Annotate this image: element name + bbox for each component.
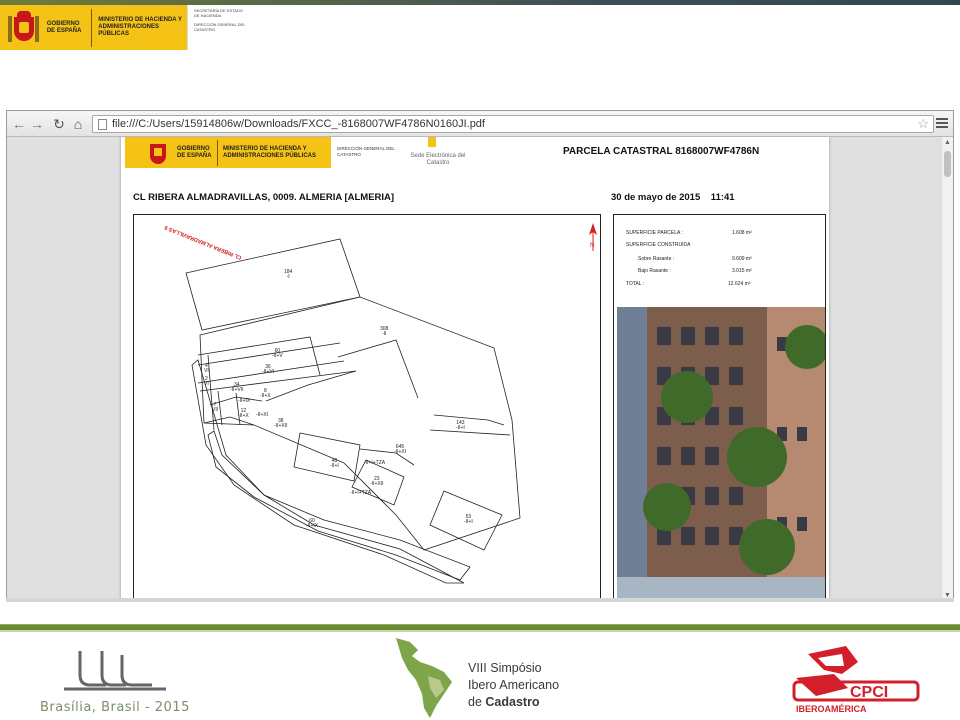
simposio-line1: VIII Simpósio bbox=[468, 661, 542, 675]
sobre-rasante-value: 9.609 m² bbox=[732, 256, 752, 262]
home-icon[interactable]: ⌂ bbox=[70, 116, 86, 132]
map-label: 184 -I bbox=[284, 269, 293, 280]
gov-logo-line3: SECRETARÍA DE ESTADO DE HACIENDA bbox=[194, 8, 243, 18]
total-value: 12.624 m² bbox=[728, 281, 751, 287]
map-label: 12 -II+X bbox=[238, 408, 249, 419]
gov-logo-secondary: SECRETARÍA DE ESTADO DE HACIENDA DIRECCI… bbox=[187, 5, 246, 50]
latin-america-map-icon bbox=[396, 638, 452, 718]
map-label: 48 -II+I bbox=[330, 458, 339, 469]
superficie-parcela-value: 1.608 m² bbox=[732, 230, 752, 236]
map-label: 60 -II+IX bbox=[306, 518, 319, 529]
pdf-page: GOBIERNO DE ESPAÑA MINISTERIO DE HACIEND… bbox=[121, 137, 829, 601]
map-label: 53 -II+I bbox=[464, 514, 473, 525]
pdf-address: CL RIBERA ALMADRAVILLAS, 0009. ALMERIA [… bbox=[133, 192, 395, 203]
pdf-logo-line2: MINISTERIO DE HACIENDA Y ADMINISTRACIONE… bbox=[223, 145, 317, 159]
spain-crest-icon bbox=[8, 10, 39, 45]
gov-logo-yellow: GOBIERNO DE ESPAÑA MINISTERIO DE HACIEND… bbox=[0, 5, 187, 50]
reload-icon[interactable]: ↻ bbox=[51, 116, 67, 132]
pdf-gov-logo: GOBIERNO DE ESPAÑA MINISTERIO DE HACIEND… bbox=[125, 137, 331, 168]
scroll-up-icon[interactable]: ▲ bbox=[944, 139, 951, 146]
parcel-plan-drawing bbox=[185, 238, 521, 584]
menu-icon[interactable] bbox=[936, 116, 948, 130]
map-label: 23 -II+XII bbox=[370, 476, 384, 487]
map-label: 38 -II+XII bbox=[274, 418, 288, 429]
map-label: 34 -II+VII bbox=[230, 382, 244, 393]
parcel-info-box: SUPERFICIE PARCELA : 1.608 m² SUPERFICIE… bbox=[613, 214, 826, 601]
gov-logo-line1: GOBIERNO DE ESPAÑA bbox=[46, 20, 82, 34]
footer-band bbox=[0, 624, 960, 632]
pdf-title: PARCELA CATASTRAL 8168007WF4786N bbox=[563, 146, 760, 157]
map-label: 4 VI bbox=[204, 363, 209, 374]
pdf-sede-electronica: Sede Electrónica del Catastro bbox=[410, 153, 466, 166]
gov-logo-line2: MINISTERIO DE HACIENDA Y ADMINISTRACIONE… bbox=[98, 17, 182, 37]
cadastral-map: CL RIBERA ALMADRAVILLAS 9 N 184 -I 308 -… bbox=[133, 214, 601, 601]
map-label: 8 -II+X bbox=[260, 388, 271, 399]
map-label: 2 VI bbox=[204, 376, 209, 387]
parcel-184 bbox=[185, 238, 361, 331]
cpci-logo-text: CPCI bbox=[850, 684, 888, 701]
brasilia-caption: Brasília, Brasil - 2015 bbox=[40, 700, 190, 715]
map-label: -II+IX bbox=[238, 398, 251, 404]
gov-logo-line4: DIRECCIÓN GENERAL DEL CATASTRO bbox=[194, 22, 246, 32]
browser-window: ← → ↻ ⌂ file:///C:/Users/15914806w/Downl… bbox=[6, 110, 954, 602]
superficie-construida-label: SUPERFICIE CONSTRUIDA bbox=[626, 242, 691, 248]
map-label: -II+XI bbox=[256, 412, 269, 418]
browser-toolbar: ← → ↻ ⌂ file:///C:/Users/15914806w/Downl… bbox=[7, 111, 953, 137]
map-label: 308 -II bbox=[380, 326, 389, 337]
simposio-line3-cadastro: Cadastro bbox=[485, 695, 540, 709]
address-bar[interactable]: file:///C:/Users/15914806w/Downloads/FXC… bbox=[92, 115, 934, 133]
map-label: -II+I+TZA bbox=[364, 460, 386, 466]
map-label: 7 VII bbox=[212, 402, 219, 413]
map-label: 36 -II+VI bbox=[262, 364, 275, 375]
map-label: 143 -II+I bbox=[456, 420, 465, 431]
pdf-date: 30 de mayo de 2015 11:41 bbox=[611, 192, 735, 203]
bajo-rasante-value: 3.015 m² bbox=[732, 268, 752, 274]
pdf-viewer: GOBIERNO DE ESPAÑA MINISTERIO DE HACIEND… bbox=[7, 137, 953, 601]
bajo-rasante-label: Bajo Rasante : bbox=[638, 268, 671, 274]
parcel-48 bbox=[293, 432, 361, 482]
scroll-thumb[interactable] bbox=[944, 151, 951, 177]
taskbar-strip bbox=[6, 598, 954, 602]
url-text[interactable]: file:///C:/Users/15914806w/Downloads/FXC… bbox=[112, 117, 485, 131]
pdf-direccion-general: DIRECCIÓN GENERAL DEL CATASTRO bbox=[337, 146, 395, 157]
simposio-line3: de Cadastro bbox=[468, 695, 540, 709]
map-label: -II+I+TZA bbox=[350, 490, 372, 496]
government-header-logo: GOBIERNO DE ESPAÑA MINISTERIO DE HACIEND… bbox=[0, 5, 246, 50]
pdf-logo-line1: GOBIERNO DE ESPAÑA bbox=[177, 145, 212, 159]
map-label: 60 -II+V bbox=[272, 348, 283, 359]
brasilia-logo-icon bbox=[64, 651, 166, 691]
vertical-scrollbar[interactable]: ▲ ▼ bbox=[941, 137, 953, 601]
simposio-line2: Ibero Americano bbox=[468, 678, 560, 692]
sede-mark-icon bbox=[428, 137, 436, 147]
pdf-spain-crest-icon bbox=[145, 140, 171, 166]
superficie-parcela-label: SUPERFICIE PARCELA : bbox=[626, 230, 683, 236]
north-arrow-icon: N bbox=[589, 223, 597, 251]
total-label: TOTAL : bbox=[626, 281, 645, 287]
svg-text:N: N bbox=[590, 243, 594, 249]
slide: GOBIERNO DE ESPAÑA MINISTERIO DE HACIEND… bbox=[0, 0, 960, 720]
back-arrow-icon[interactable]: ← bbox=[11, 116, 27, 132]
cpci-logo-subtext: IBEROAMÉRICA bbox=[796, 704, 867, 714]
facade-photo bbox=[617, 307, 825, 601]
simposio-line3-de: de bbox=[468, 695, 486, 709]
cpci-logo-icon: CPCI IBEROAMÉRICA bbox=[792, 646, 920, 714]
map-label: 645 -II+XI bbox=[394, 444, 407, 455]
forward-arrow-icon[interactable]: → bbox=[29, 116, 45, 132]
page-icon bbox=[98, 119, 107, 130]
bookmark-star-icon[interactable]: ☆ bbox=[917, 116, 929, 132]
sobre-rasante-label: Sobre Rasante : bbox=[638, 256, 675, 262]
